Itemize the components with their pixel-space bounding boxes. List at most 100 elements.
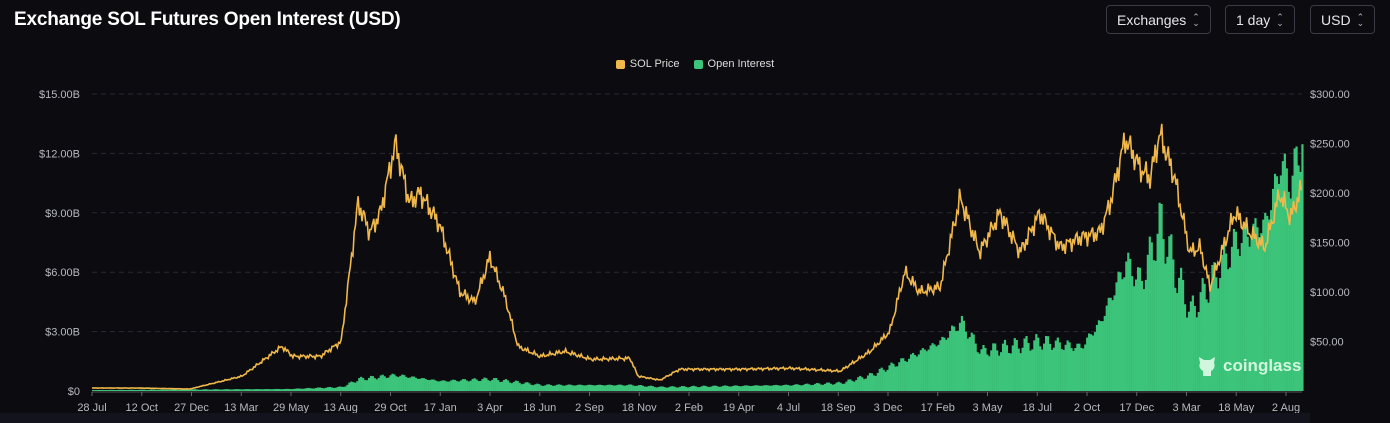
- oi-bar: [461, 379, 465, 391]
- oi-bar: [209, 389, 212, 391]
- oi-bar: [244, 389, 247, 391]
- oi-bar: [1168, 236, 1171, 391]
- oi-bar: [491, 379, 494, 391]
- oi-bar: [632, 385, 635, 391]
- oi-bar: [829, 383, 832, 391]
- oi-bar: [367, 378, 371, 391]
- oi-bar: [974, 343, 977, 391]
- oi-bar: [450, 380, 453, 391]
- oi-bar: [739, 386, 742, 391]
- oi-bar: [630, 384, 633, 391]
- oi-bar: [295, 388, 298, 391]
- oi-bar: [1080, 347, 1083, 391]
- oi-bar: [1107, 297, 1110, 391]
- oi-bar: [387, 377, 390, 391]
- oi-bar: [426, 380, 429, 391]
- oi-bar: [297, 388, 300, 391]
- oi-bar: [573, 385, 576, 391]
- oi-bar: [575, 385, 578, 391]
- oi-bar: [896, 366, 899, 391]
- oi-bar: [659, 386, 662, 391]
- oi-bar: [947, 337, 950, 391]
- oi-bar: [1180, 267, 1183, 391]
- oi-bar: [1105, 305, 1108, 391]
- oi-bar: [939, 340, 942, 391]
- oi-bar: [814, 383, 817, 391]
- oi-bar: [853, 381, 856, 391]
- oi-bar: [328, 386, 331, 391]
- oi-bar: [219, 389, 222, 391]
- oi-bar: [317, 387, 320, 391]
- oi-bar: [767, 385, 770, 391]
- oi-bar: [1052, 347, 1056, 391]
- range-scrollbar[interactable]: [0, 413, 1310, 423]
- oi-bar: [772, 385, 776, 391]
- oi-bar: [804, 383, 807, 391]
- oi-bar: [299, 388, 302, 391]
- oi-bar: [1135, 279, 1138, 391]
- oi-bar: [483, 377, 486, 391]
- oi-bar: [260, 389, 263, 391]
- oi-bar: [140, 389, 144, 391]
- oi-bar: [886, 369, 889, 391]
- oi-bar: [1037, 337, 1040, 391]
- oi-bar: [1095, 324, 1099, 391]
- oi-bar: [976, 352, 979, 391]
- oi-bar: [440, 380, 443, 391]
- oi-bar: [1129, 258, 1132, 391]
- oi-bar: [473, 378, 476, 391]
- oi-bar: [518, 382, 521, 391]
- oi-bar: [475, 379, 478, 391]
- oi-bar: [913, 354, 917, 391]
- oi-bar: [821, 384, 825, 391]
- oi-bar: [553, 385, 557, 391]
- oi-bar: [532, 385, 535, 391]
- oi-bar: [1123, 277, 1126, 391]
- oi-bar: [958, 322, 962, 391]
- oi-bar: [827, 382, 830, 391]
- oi-bar: [894, 366, 897, 391]
- y-left-tick-label: $3.00B: [45, 327, 80, 339]
- oi-bar: [420, 378, 423, 391]
- oi-bar: [1162, 239, 1165, 391]
- oi-bar: [880, 367, 883, 391]
- oi-bar: [502, 379, 506, 391]
- oi-bar: [1136, 267, 1140, 391]
- y-right-tick-label: $200.00: [1310, 188, 1350, 200]
- oi-bar: [557, 384, 560, 391]
- oi-bar: [639, 385, 643, 391]
- oi-bar: [1060, 349, 1063, 391]
- oi-bar: [778, 385, 782, 391]
- oi-bar: [722, 385, 725, 391]
- oi-bar: [1025, 335, 1028, 391]
- oi-bar: [1046, 336, 1050, 391]
- oi-bar: [861, 377, 864, 391]
- oi-bar: [863, 379, 866, 391]
- oi-bar: [369, 375, 373, 391]
- oi-bar: [291, 389, 294, 391]
- oi-bar: [522, 383, 525, 391]
- oi-bar: [305, 388, 308, 391]
- oi-bar: [1144, 279, 1147, 391]
- oi-bar: [279, 389, 283, 391]
- oi-bar: [561, 385, 564, 391]
- oi-bar: [1048, 343, 1052, 391]
- oi-bar: [745, 385, 748, 391]
- oi-bar: [1003, 339, 1007, 391]
- oi-bar: [696, 387, 699, 391]
- oi-bar: [616, 384, 619, 391]
- oi-bar: [93, 390, 97, 391]
- oi-bar: [1019, 353, 1022, 391]
- oi-bar: [669, 386, 672, 391]
- oi-bar: [604, 385, 607, 391]
- oi-bar: [714, 385, 717, 391]
- chart-canvas[interactable]: $0 $3.00B $6.00B $9.00B $12.00B $15.00B $50.00…: [0, 0, 1390, 423]
- oi-bar: [904, 360, 907, 391]
- oi-bar: [191, 389, 195, 391]
- oi-bar: [469, 380, 472, 391]
- oi-bar: [1066, 340, 1069, 391]
- oi-bar: [945, 339, 948, 391]
- oi-bar: [538, 384, 541, 391]
- oi-bar: [692, 385, 695, 391]
- oi-bar: [716, 386, 719, 391]
